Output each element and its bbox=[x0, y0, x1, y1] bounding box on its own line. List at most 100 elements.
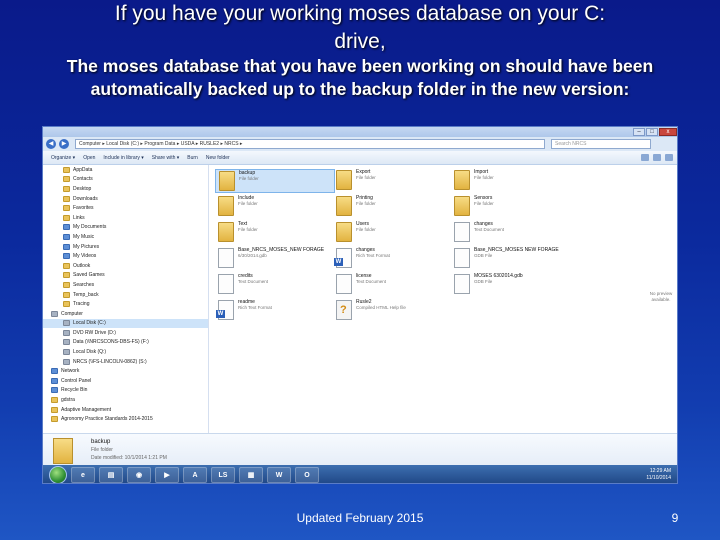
taskbar-app-button[interactable]: A bbox=[183, 467, 207, 483]
nav-item[interactable]: Links bbox=[43, 213, 208, 223]
taskbar-app-button[interactable]: ▦ bbox=[239, 467, 263, 483]
nav-item[interactable]: Downloads bbox=[43, 194, 208, 204]
nav-item[interactable]: DVD RW Drive (D:) bbox=[43, 328, 208, 338]
forward-button[interactable]: ▶ bbox=[59, 139, 69, 149]
nav-item[interactable]: Agronomy Practice Standards 2014-2015 bbox=[43, 414, 208, 424]
nav-item-label: Adaptive Management bbox=[61, 406, 112, 413]
taskbar-app-button[interactable]: O bbox=[295, 467, 319, 483]
file-item[interactable]: Export File folder bbox=[333, 169, 453, 193]
nav-item[interactable]: Computer bbox=[43, 309, 208, 319]
file-type: Text Document bbox=[474, 227, 505, 232]
nav-item-label: Outlook bbox=[73, 262, 91, 269]
back-button[interactable]: ◀ bbox=[46, 139, 56, 149]
taskbar-app-button[interactable]: LS bbox=[211, 467, 235, 483]
nav-item[interactable]: Desktop bbox=[43, 184, 208, 194]
folder-icon bbox=[51, 368, 58, 375]
close-button[interactable]: x bbox=[659, 128, 677, 136]
word-document-icon bbox=[216, 300, 234, 320]
preview-pane-icon[interactable] bbox=[653, 154, 661, 161]
burn-button[interactable]: Burn bbox=[187, 155, 198, 161]
maximize-button[interactable]: □ bbox=[646, 128, 658, 136]
file-item[interactable]: Include File folder bbox=[215, 195, 335, 219]
nav-item[interactable]: gdstra bbox=[43, 395, 208, 405]
taskbar-app-button[interactable]: W bbox=[267, 467, 291, 483]
system-clock[interactable]: 12:29 AM 11/10/2014 bbox=[646, 468, 671, 482]
file-item[interactable]: Base_NRCS_MOSES NEW FORAGE GDB File bbox=[451, 247, 571, 271]
taskbar-app-button[interactable]: ▶ bbox=[155, 467, 179, 483]
nav-item[interactable]: AppData bbox=[43, 165, 208, 175]
nav-item-label: Local Disk (Q:) bbox=[73, 349, 107, 356]
folder-icon bbox=[218, 222, 234, 242]
page-number: 9 bbox=[671, 511, 679, 525]
search-input[interactable]: Search NRCS bbox=[551, 139, 651, 149]
file-item[interactable]: Import File folder bbox=[451, 169, 571, 193]
file-item[interactable]: Base_NRCS_MOSES_NEW FORAGE 6/30/2014.gdb bbox=[215, 247, 335, 271]
help-icon[interactable] bbox=[665, 154, 673, 161]
nav-item[interactable]: Adaptive Management bbox=[43, 405, 208, 415]
folder-icon bbox=[336, 196, 352, 216]
nav-item[interactable]: Local Disk (C:) bbox=[43, 318, 208, 329]
organize-button[interactable]: Organize ▾ bbox=[51, 155, 75, 161]
nav-item-label: AppData bbox=[73, 166, 93, 173]
taskbar-app-button[interactable]: e bbox=[71, 467, 95, 483]
folder-icon bbox=[63, 301, 70, 308]
nav-item[interactable]: Control Panel bbox=[43, 376, 208, 386]
share-with-button[interactable]: Share with ▾ bbox=[152, 155, 180, 161]
folder-icon bbox=[219, 171, 235, 191]
taskbar-app-button[interactable]: ▤ bbox=[99, 467, 123, 483]
address-bar[interactable]: Computer ▸ Local Disk (C:) ▸ Program Dat… bbox=[75, 139, 545, 149]
nav-item-label: Control Panel bbox=[61, 377, 92, 384]
nav-item[interactable]: Favorites bbox=[43, 203, 208, 213]
file-item[interactable]: Printing File folder bbox=[333, 195, 453, 219]
file-item[interactable]: Text File folder bbox=[215, 221, 335, 245]
open-button[interactable]: Open bbox=[83, 155, 95, 161]
folder-icon bbox=[336, 170, 352, 190]
file-item[interactable]: changesRich Text Format bbox=[333, 247, 453, 271]
file-item[interactable]: MOSES 6302014.gdb GDB File bbox=[451, 273, 571, 297]
nav-item-label: Local Disk (C:) bbox=[73, 320, 106, 327]
nav-item[interactable]: Network bbox=[43, 366, 208, 376]
nav-item[interactable]: My Documents bbox=[43, 223, 208, 233]
file-type: File folder bbox=[238, 227, 258, 232]
explorer-screenshot: – □ x ◀ ▶ Computer ▸ Local Disk (C:) ▸ P… bbox=[42, 126, 678, 484]
nav-item[interactable]: Temp_back bbox=[43, 290, 208, 300]
folder-icon bbox=[63, 195, 70, 202]
taskbar-app-button[interactable]: ◉ bbox=[127, 467, 151, 483]
nav-item[interactable]: Tracing bbox=[43, 299, 208, 309]
start-button[interactable] bbox=[49, 466, 67, 483]
nav-item[interactable]: My Videos bbox=[43, 251, 208, 261]
nav-item[interactable]: My Pictures bbox=[43, 242, 208, 252]
file-type: File folder bbox=[356, 175, 376, 180]
drive-icon bbox=[63, 320, 70, 327]
nav-item-label: NRCS (\\FS-LINCOLN-0862) (S:) bbox=[73, 358, 147, 365]
document-icon bbox=[218, 274, 234, 294]
nav-item[interactable]: Saved Games bbox=[43, 271, 208, 281]
nav-item-label: Computer bbox=[61, 310, 83, 317]
file-item[interactable]: Sensors File folder bbox=[451, 195, 571, 219]
file-item[interactable]: changes Text Document bbox=[451, 221, 571, 245]
file-item[interactable]: Rusle2Compiled HTML Help file bbox=[333, 299, 453, 323]
include-in-library-button[interactable]: Include in library ▾ bbox=[103, 155, 143, 161]
folder-icon bbox=[63, 176, 70, 183]
nav-item[interactable]: Recycle Bin bbox=[43, 386, 208, 396]
file-type: GDB File bbox=[474, 253, 493, 258]
nav-item[interactable]: Local Disk (Q:) bbox=[43, 347, 208, 357]
drive-icon bbox=[63, 358, 70, 365]
document-icon bbox=[218, 248, 234, 268]
nav-item[interactable]: Searches bbox=[43, 280, 208, 290]
file-item[interactable]: Users File folder bbox=[333, 221, 453, 245]
file-item[interactable]: license Text Document bbox=[333, 273, 453, 297]
document-icon bbox=[454, 248, 470, 268]
nav-item[interactable]: Data (\\NRCSCONS-DBS-FS) (F:) bbox=[43, 338, 208, 348]
file-type: File folder bbox=[356, 201, 376, 206]
nav-item[interactable]: Contacts bbox=[43, 175, 208, 185]
file-item[interactable]: credits Text Document bbox=[215, 273, 335, 297]
file-item[interactable]: readmeRich Text Format bbox=[215, 299, 335, 323]
nav-item[interactable]: NRCS (\\FS-LINCOLN-0862) (S:) bbox=[43, 357, 208, 367]
minimize-button[interactable]: – bbox=[633, 128, 645, 136]
new-folder-button[interactable]: New folder bbox=[206, 155, 230, 161]
view-options-icon[interactable] bbox=[641, 154, 649, 161]
nav-item[interactable]: Outlook bbox=[43, 261, 208, 271]
nav-item[interactable]: My Music bbox=[43, 232, 208, 242]
file-item[interactable]: backup File folder bbox=[215, 169, 335, 193]
